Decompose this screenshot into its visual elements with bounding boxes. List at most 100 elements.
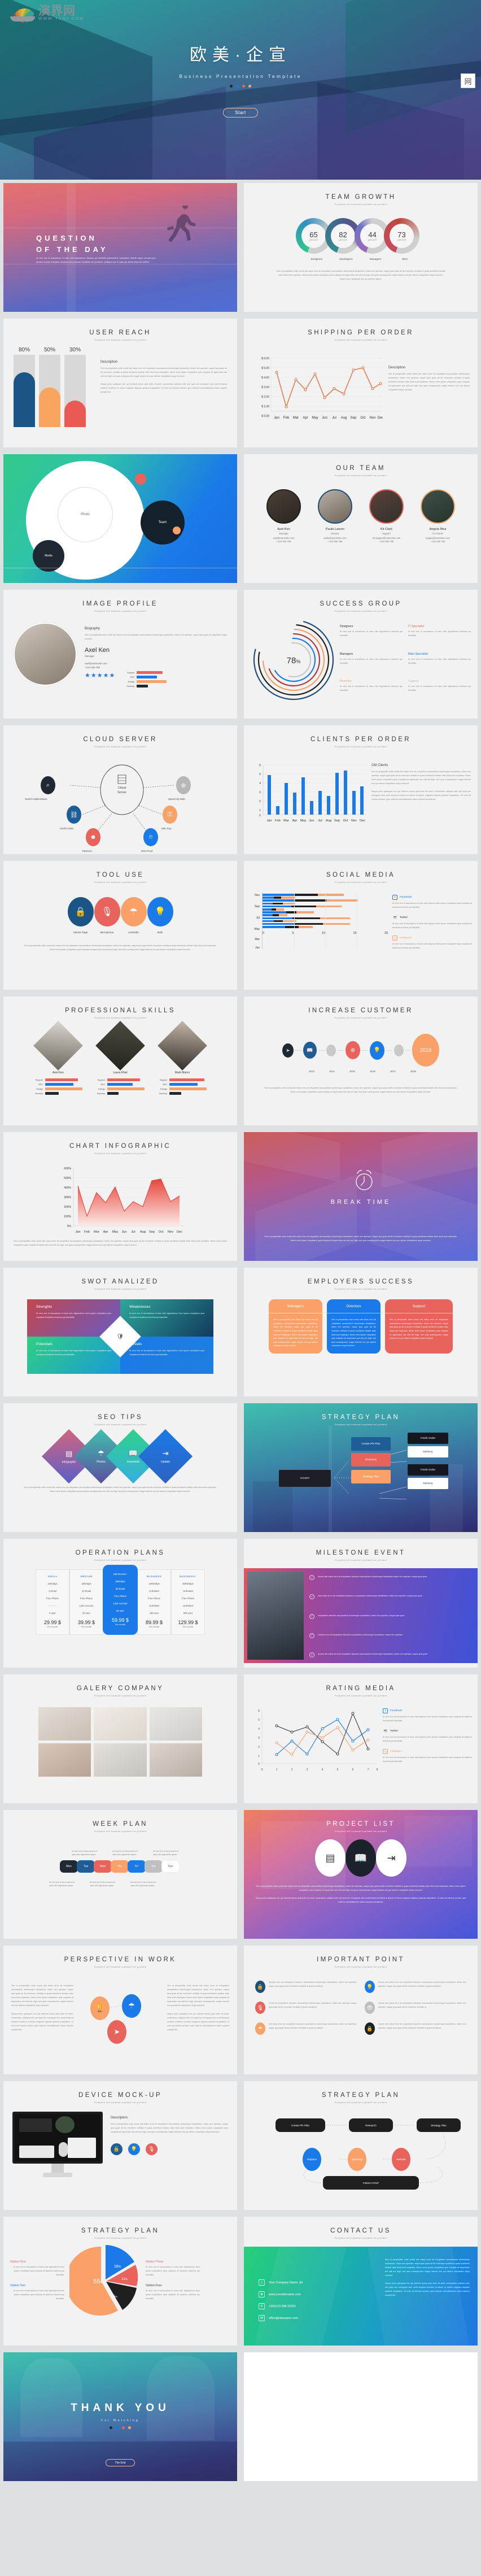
- key-icon[interactable]: ⚿: [163, 806, 177, 824]
- lock-icon[interactable]: 🔒: [111, 2143, 123, 2155]
- output-node[interactable]: Delivery: [408, 1478, 448, 1489]
- day-pill[interactable]: Thu: [111, 1860, 129, 1873]
- user-icon[interactable]: ☻: [86, 828, 100, 846]
- day-pill[interactable]: Wed: [94, 1860, 112, 1873]
- blank-icon[interactable]: [326, 1044, 336, 1056]
- send-icon[interactable]: ➤: [282, 1043, 294, 1058]
- slide-image-profile[interactable]: IMAGE PROFILE Excepteur sint occaecat cu…: [0, 586, 240, 722]
- flow-node[interactable]: Create PR Plan: [276, 2118, 325, 2132]
- slide-professional-skills[interactable]: PROFESSIONAL SKILLS Excepteur sint occae…: [0, 993, 240, 1129]
- umbrella-icon[interactable]: ☂: [122, 1994, 141, 2018]
- slide-team-intro[interactable]: Photo Team Media: [0, 451, 240, 586]
- gallery-image[interactable]: [38, 1743, 91, 1777]
- microphone-icon[interactable]: 🎙: [94, 897, 120, 926]
- book-icon[interactable]: 📖: [346, 1839, 376, 1877]
- day-pill[interactable]: Fri: [128, 1860, 146, 1873]
- send-icon[interactable]: ➤: [107, 2020, 126, 2044]
- slide-increase-customer[interactable]: INCREASE CUSTOMER Excepteur sint occaeca…: [240, 993, 481, 1129]
- output-node[interactable]: Finish Order: [408, 1433, 448, 1444]
- contact-email[interactable]: ✉ office@sitename.com: [259, 2315, 303, 2321]
- trophy-icon[interactable]: 🏆: [90, 1996, 110, 2020]
- slide-employers-success[interactable]: EMPLOYERS SUCCESS Excepteur sint occaeca…: [240, 1264, 481, 1400]
- employer-card[interactable]: Support Sed ut perspiciatis unde omnis i…: [385, 1299, 453, 1354]
- flow-node[interactable]: Research: [349, 2118, 393, 2132]
- day-pill[interactable]: Tue: [77, 1860, 95, 1873]
- flow-circle[interactable]: Replace: [303, 2148, 321, 2171]
- slide-important-point[interactable]: IMPORTANT POINT Excepteur sint occaecat …: [240, 1942, 481, 2078]
- employer-card[interactable]: Managers Sed ut perspiciatis unde omnis …: [269, 1299, 322, 1354]
- bulb-icon[interactable]: 💡: [128, 2143, 140, 2155]
- slide-our-team[interactable]: OUR TEAM Excepteur sint occaecat cupidat…: [240, 451, 481, 586]
- search-icon[interactable]: ⌕: [41, 776, 55, 794]
- slide-contact-us[interactable]: CONTACT US Excepteur sint occaecat cupid…: [240, 2213, 481, 2349]
- slide-social-media[interactable]: SOCIAL MEDIA Excepteur sint occaecat cup…: [240, 858, 481, 993]
- pricing-plan[interactable]: BUSINESS 1000mbps Unlimited Free Phone U…: [137, 1569, 171, 1635]
- slide-strategy-plan-city[interactable]: STRATEGY PLAN Excepteur sint occaecat cu…: [240, 1400, 481, 1535]
- link-icon[interactable]: ⛓: [67, 806, 81, 824]
- slide-swot-analized[interactable]: SWOT ANALIZED Excepteur sint occaecat cu…: [0, 1264, 240, 1400]
- mic-icon[interactable]: 🎙: [146, 2143, 158, 2155]
- slide-user-reach[interactable]: USER REACH Excepteur sint occaecat cupid…: [0, 315, 240, 451]
- login-icon[interactable]: ⇥: [376, 1839, 406, 1877]
- day-pill[interactable]: Sun: [161, 1860, 180, 1873]
- slide-milestone-event[interactable]: MILESTONE EVENT Excepteur sint occaecat …: [240, 1535, 481, 1671]
- team-member[interactable]: Paula Lauren Director paula@namesite.com…: [315, 489, 356, 543]
- blank-icon-2[interactable]: [394, 1044, 404, 1056]
- flow-node[interactable]: Create PR Plan: [351, 1437, 391, 1451]
- flow-node[interactable]: Research: [351, 1453, 391, 1467]
- slide-success-group[interactable]: SUCCESS GROUP Excepteur sint occaecat cu…: [240, 586, 481, 722]
- slide-seo-tips[interactable]: SEO TIPS Excepteur sint occaecat cupidat…: [0, 1400, 240, 1535]
- flow-circle[interactable]: SpeedUp: [348, 2148, 366, 2171]
- globe-icon[interactable]: ⊕: [346, 1041, 360, 1059]
- final-year-bubble[interactable]: 2019: [412, 1034, 439, 1067]
- slide-operation-plans[interactable]: OPERATION PLANS Excepteur sint occaecat …: [0, 1535, 240, 1671]
- slide-strategy-plan-flow[interactable]: STRATEGY PLAN Excepteur sint occaecat cu…: [240, 2078, 481, 2213]
- team-member[interactable]: Kit Clark Support kit.support@namesite.c…: [366, 489, 407, 543]
- pricing-plan-featured[interactable]: MEDIUM+ 500mbps 50 Email Free Phone Limi…: [103, 1565, 138, 1635]
- flow-node[interactable]: Strategy Plan: [417, 2118, 461, 2132]
- rss-icon[interactable]: ⌾: [143, 828, 158, 846]
- slide-project-list[interactable]: PROJECT LIST Excepteur sint occaecat cup…: [240, 1807, 481, 1942]
- slide-break-time[interactable]: BREAK TIME Sed ut perspiciatis unde omni…: [240, 1129, 481, 1264]
- gallery-image[interactable]: [149, 1707, 202, 1740]
- employer-card[interactable]: Directors Sed ut perspiciatis unde omnis…: [327, 1299, 381, 1354]
- slide-strategy-plan-pie[interactable]: STRATEGY PLAN Excepteur sint occaecat cu…: [0, 2213, 240, 2349]
- slide-question-of-the-day[interactable]: QUESTION OF THE DAY At vero eos et accusa…: [0, 180, 240, 315]
- pricing-plan[interactable]: SMALL 100mbps 2 Email Free Phone - - - -…: [36, 1569, 69, 1635]
- pricing-plan[interactable]: BUSINESS+ 5000mbps Unlimited Free Phone …: [171, 1569, 205, 1635]
- gallery-image[interactable]: [94, 1707, 147, 1740]
- bulb-icon[interactable]: 💡: [147, 897, 173, 926]
- output-node[interactable]: Finish Order: [408, 1464, 448, 1476]
- flow-circle[interactable]: Website: [392, 2148, 410, 2171]
- slide-clients-per-order[interactable]: CLIENTS PER ORDER Excepteur sint occaeca…: [240, 722, 481, 858]
- bulb-icon[interactable]: 💡: [370, 1041, 384, 1060]
- umbrella-icon[interactable]: ☂: [120, 897, 147, 926]
- slide-tool-use[interactable]: TOOL USE Excepteur sint occaecat cupidat…: [0, 858, 240, 993]
- start-node[interactable]: START!: [279, 1470, 331, 1487]
- output-node[interactable]: Delivery: [408, 1446, 448, 1457]
- slide-cloud-server[interactable]: CLOUD SERVER Excepteur sint occaecat cup…: [0, 722, 240, 858]
- gallery-image[interactable]: [94, 1743, 147, 1777]
- gallery-image[interactable]: [38, 1707, 91, 1740]
- slide-week-plan[interactable]: WEEK PLAN Excepteur sint occaecat cupida…: [0, 1807, 240, 1942]
- end-button[interactable]: The End: [106, 2459, 135, 2466]
- gallery-image[interactable]: [149, 1743, 202, 1777]
- slide-rating-media[interactable]: RATING MEDIA Excepteur sint occaecat cup…: [240, 1671, 481, 1807]
- day-pill[interactable]: Sat: [145, 1860, 163, 1873]
- book-icon[interactable]: 📖: [303, 1042, 317, 1059]
- slide-galery-company[interactable]: GALERY COMPANY Excepteur sint occaecat c…: [0, 1671, 240, 1807]
- slide-perspective-in-work[interactable]: PERSPECTIVE IN WORK Excepteur sint occae…: [0, 1942, 240, 2078]
- team-member[interactable]: Angela Mea CO-Owner angela@namesite.com …: [418, 489, 458, 543]
- day-pill[interactable]: Mon: [60, 1860, 78, 1873]
- slide-shipping-per-order[interactable]: SHIPPING PER ORDER Excepteur sint occaec…: [240, 315, 481, 451]
- slide-chart-infographic[interactable]: CHART INFOGRAPHIC Excepteur sint occaeca…: [0, 1129, 240, 1264]
- slide-thank-you[interactable]: THANK YOU For Watching The End: [0, 2349, 240, 2484]
- finish-node[interactable]: FINISH STEP: [323, 2176, 419, 2190]
- slide-device-mock-up[interactable]: DEVICE MOCK-UP Excepteur sint occaecat c…: [0, 2078, 240, 2213]
- contact-website[interactable]: ⊕ www.yoursitename.com: [259, 2291, 303, 2297]
- slide-team-growth[interactable]: TEAM GROWTH Excepteur sint occaecat cupi…: [240, 180, 481, 315]
- lock-icon[interactable]: 🔒: [67, 897, 94, 926]
- team-member[interactable]: Axel Ken Manager axel@namesite.com +123 …: [264, 489, 304, 543]
- pricing-plan[interactable]: MEDIUM 300mbps 10 Email Free Phone Limit…: [69, 1569, 103, 1635]
- start-button[interactable]: Start: [223, 108, 258, 118]
